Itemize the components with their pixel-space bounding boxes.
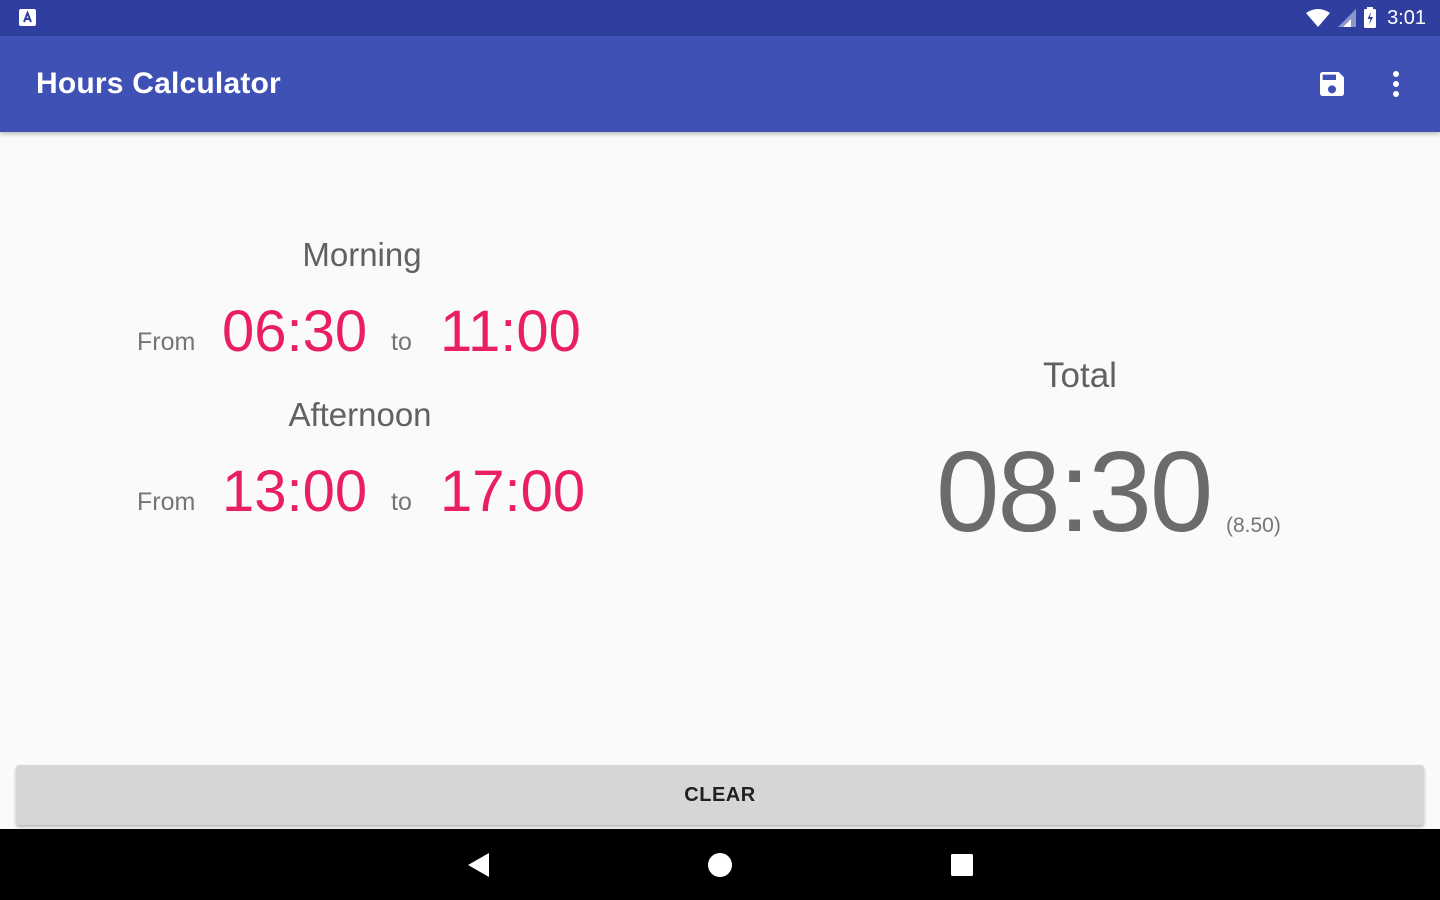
status-time: 3:01: [1387, 7, 1426, 29]
app-title: Hours Calculator: [36, 67, 281, 100]
afternoon-to-label: to: [391, 488, 412, 516]
morning-from-label: From: [137, 328, 196, 356]
home-icon[interactable]: [698, 843, 742, 887]
more-options-button[interactable]: [1378, 64, 1414, 104]
back-icon[interactable]: [456, 843, 500, 887]
afternoon-from-time[interactable]: 13:00: [222, 463, 367, 521]
save-button[interactable]: [1312, 64, 1352, 104]
afternoon-to-time[interactable]: 17:00: [440, 463, 585, 521]
total-value: 08:30: [936, 429, 1213, 556]
notification-app-icon: [19, 9, 36, 26]
clear-button[interactable]: CLEAR: [16, 765, 1424, 825]
status-bar: 3:01: [0, 0, 1440, 36]
signal-icon: [1338, 9, 1357, 27]
total-label: Total: [1043, 356, 1117, 395]
afternoon-label: Afternoon: [288, 396, 432, 433]
battery-icon: [1364, 7, 1377, 28]
recents-icon[interactable]: [940, 843, 984, 887]
afternoon-from-label: From: [137, 488, 196, 516]
morning-to-label: to: [391, 328, 412, 356]
wifi-icon: [1306, 9, 1331, 27]
morning-label: Morning: [302, 236, 422, 273]
morning-to-time[interactable]: 11:00: [440, 303, 581, 361]
clear-button-label: CLEAR: [684, 783, 756, 806]
save-icon: [1320, 72, 1344, 96]
status-icons: 3:01: [1305, 0, 1426, 36]
app-bar: Hours Calculator: [0, 36, 1440, 132]
morning-from-time[interactable]: 06:30: [222, 303, 367, 361]
more-vert-icon: [1393, 71, 1399, 97]
total-decimal: (8.50): [1226, 514, 1281, 537]
navigation-bar: [0, 829, 1440, 900]
